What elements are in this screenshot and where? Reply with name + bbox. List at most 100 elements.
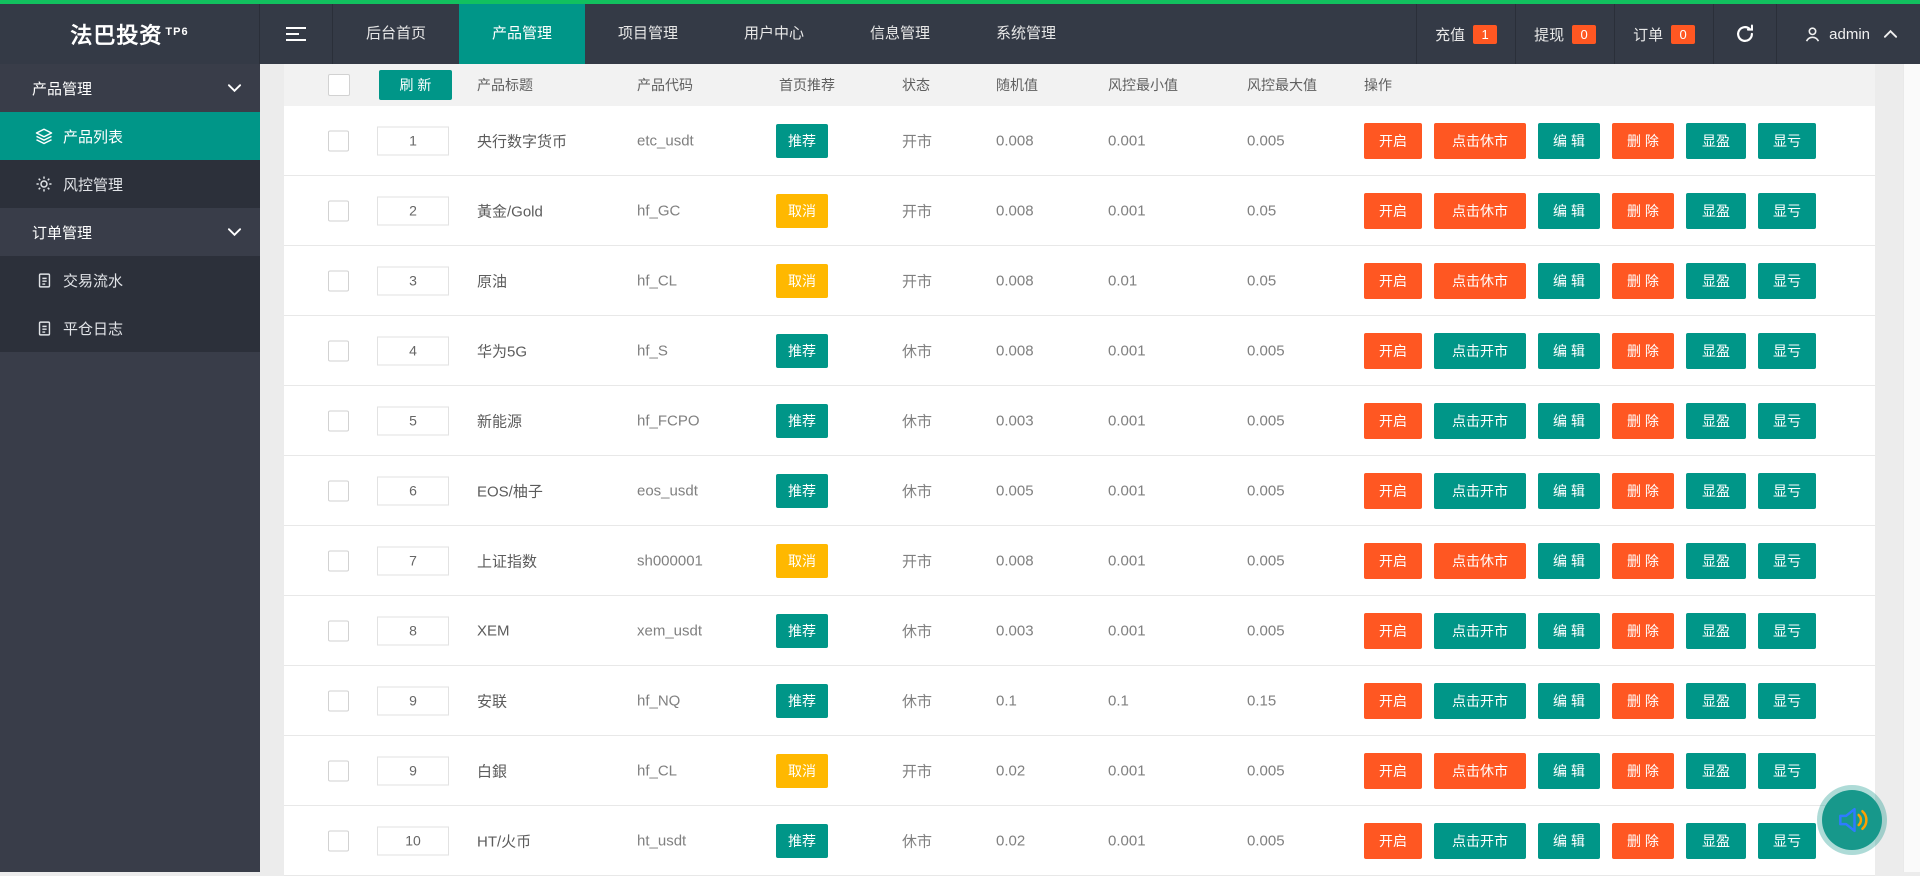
nav-item-system[interactable]: 系统管理 [963, 4, 1089, 64]
nav-item-users[interactable]: 用户中心 [711, 4, 837, 64]
edit-button[interactable]: 编 辑 [1538, 472, 1600, 509]
edit-button[interactable]: 编 辑 [1538, 752, 1600, 789]
delete-button[interactable]: 删 除 [1612, 262, 1674, 299]
open-button[interactable]: 开启 [1364, 682, 1422, 719]
sort-order-input[interactable] [377, 546, 449, 575]
recommend-toggle-button[interactable]: 推荐 [776, 333, 828, 368]
show-loss-button[interactable]: 显亏 [1758, 682, 1816, 719]
show-win-button[interactable]: 显盈 [1686, 402, 1746, 439]
delete-button[interactable]: 删 除 [1612, 402, 1674, 439]
show-loss-button[interactable]: 显亏 [1758, 612, 1816, 649]
open-button[interactable]: 开启 [1364, 192, 1422, 229]
row-checkbox[interactable] [328, 340, 349, 361]
show-win-button[interactable]: 显盈 [1686, 682, 1746, 719]
delete-button[interactable]: 删 除 [1612, 122, 1674, 159]
row-checkbox[interactable] [328, 550, 349, 571]
nav-item-products[interactable]: 产品管理 [459, 4, 585, 64]
row-checkbox[interactable] [328, 830, 349, 851]
sidebar-item-close-log[interactable]: 平仓日志 [0, 304, 260, 352]
edit-button[interactable]: 编 辑 [1538, 192, 1600, 229]
toggle-market-button[interactable]: 点击开市 [1434, 332, 1526, 369]
show-loss-button[interactable]: 显亏 [1758, 262, 1816, 299]
row-checkbox[interactable] [328, 690, 349, 711]
toggle-market-button[interactable]: 点击开市 [1434, 402, 1526, 439]
delete-button[interactable]: 删 除 [1612, 682, 1674, 719]
sort-order-input[interactable] [377, 406, 449, 435]
row-checkbox[interactable] [328, 620, 349, 641]
select-all-checkbox[interactable] [328, 74, 350, 96]
refresh-page-button[interactable] [1713, 4, 1776, 64]
delete-button[interactable]: 删 除 [1612, 612, 1674, 649]
toggle-market-button[interactable]: 点击休市 [1434, 752, 1526, 789]
show-loss-button[interactable]: 显亏 [1758, 122, 1816, 159]
sort-order-input[interactable] [377, 826, 449, 855]
row-checkbox[interactable] [328, 480, 349, 501]
row-checkbox[interactable] [328, 410, 349, 431]
toggle-market-button[interactable]: 点击休市 [1434, 542, 1526, 579]
sound-toggle-button[interactable] [1822, 790, 1882, 850]
open-button[interactable]: 开启 [1364, 402, 1422, 439]
edit-button[interactable]: 编 辑 [1538, 682, 1600, 719]
toggle-market-button[interactable]: 点击休市 [1434, 262, 1526, 299]
row-checkbox[interactable] [328, 130, 349, 151]
sort-order-input[interactable] [377, 616, 449, 645]
edit-button[interactable]: 编 辑 [1538, 122, 1600, 159]
show-loss-button[interactable]: 显亏 [1758, 472, 1816, 509]
recommend-toggle-button[interactable]: 取消 [776, 753, 828, 788]
open-button[interactable]: 开启 [1364, 332, 1422, 369]
recommend-toggle-button[interactable]: 推荐 [776, 473, 828, 508]
open-button[interactable]: 开启 [1364, 542, 1422, 579]
delete-button[interactable]: 删 除 [1612, 542, 1674, 579]
withdraw-stat[interactable]: 提现 0 [1515, 4, 1614, 64]
recommend-toggle-button[interactable]: 推荐 [776, 123, 828, 158]
recommend-toggle-button[interactable]: 推荐 [776, 823, 828, 858]
nav-item-home[interactable]: 后台首页 [333, 4, 459, 64]
sort-order-input[interactable] [377, 476, 449, 505]
sidebar-group-orders[interactable]: 订单管理 [0, 208, 260, 256]
edit-button[interactable]: 编 辑 [1538, 612, 1600, 649]
sidebar-item-risk-control[interactable]: 风控管理 [0, 160, 260, 208]
sidebar-item-trade-flow[interactable]: 交易流水 [0, 256, 260, 304]
open-button[interactable]: 开启 [1364, 822, 1422, 859]
toggle-market-button[interactable]: 点击开市 [1434, 472, 1526, 509]
delete-button[interactable]: 删 除 [1612, 472, 1674, 509]
user-menu[interactable]: admin [1776, 4, 1906, 64]
row-checkbox[interactable] [328, 200, 349, 221]
recommend-toggle-button[interactable]: 取消 [776, 193, 828, 228]
edit-button[interactable]: 编 辑 [1538, 542, 1600, 579]
nav-item-info[interactable]: 信息管理 [837, 4, 963, 64]
row-checkbox[interactable] [328, 270, 349, 291]
delete-button[interactable]: 删 除 [1612, 752, 1674, 789]
show-win-button[interactable]: 显盈 [1686, 192, 1746, 229]
sidebar-item-product-list[interactable]: 产品列表 [0, 112, 260, 160]
nav-item-projects[interactable]: 项目管理 [585, 4, 711, 64]
recommend-toggle-button[interactable]: 取消 [776, 543, 828, 578]
toggle-market-button[interactable]: 点击休市 [1434, 192, 1526, 229]
recommend-toggle-button[interactable]: 取消 [776, 263, 828, 298]
delete-button[interactable]: 删 除 [1612, 822, 1674, 859]
orders-stat[interactable]: 订单 0 [1614, 4, 1713, 64]
row-checkbox[interactable] [328, 760, 349, 781]
sort-order-input[interactable] [377, 196, 449, 225]
show-win-button[interactable]: 显盈 [1686, 122, 1746, 159]
sidebar-collapse-button[interactable] [260, 4, 333, 64]
open-button[interactable]: 开启 [1364, 612, 1422, 649]
open-button[interactable]: 开启 [1364, 122, 1422, 159]
show-win-button[interactable]: 显盈 [1686, 612, 1746, 649]
edit-button[interactable]: 编 辑 [1538, 822, 1600, 859]
sort-order-input[interactable] [377, 336, 449, 365]
show-win-button[interactable]: 显盈 [1686, 752, 1746, 789]
sort-order-input[interactable] [377, 126, 449, 155]
delete-button[interactable]: 删 除 [1612, 192, 1674, 229]
edit-button[interactable]: 编 辑 [1538, 262, 1600, 299]
open-button[interactable]: 开启 [1364, 752, 1422, 789]
show-loss-button[interactable]: 显亏 [1758, 402, 1816, 439]
recommend-toggle-button[interactable]: 推荐 [776, 403, 828, 438]
show-loss-button[interactable]: 显亏 [1758, 752, 1816, 789]
show-win-button[interactable]: 显盈 [1686, 262, 1746, 299]
sort-order-input[interactable] [377, 266, 449, 295]
show-loss-button[interactable]: 显亏 [1758, 542, 1816, 579]
show-win-button[interactable]: 显盈 [1686, 822, 1746, 859]
open-button[interactable]: 开启 [1364, 472, 1422, 509]
toggle-market-button[interactable]: 点击休市 [1434, 122, 1526, 159]
